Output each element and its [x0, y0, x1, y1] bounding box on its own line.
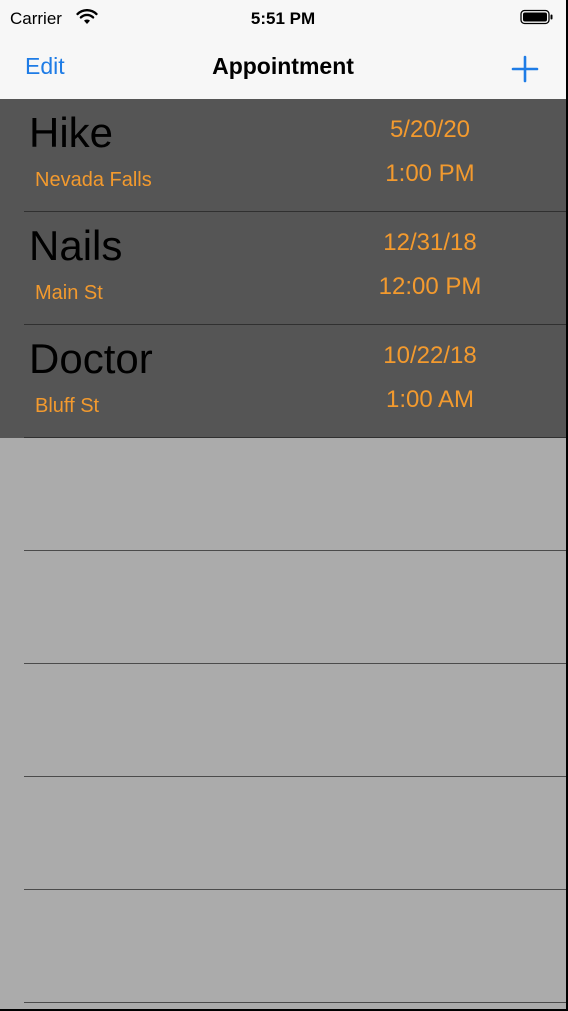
appointment-time: 1:00 PM — [385, 160, 475, 187]
battery-icon — [520, 9, 554, 30]
appointment-title: Hike — [29, 109, 114, 156]
appointment-time: 12:00 PM — [378, 273, 482, 300]
empty-row — [0, 890, 566, 1003]
empty-row — [0, 438, 566, 551]
empty-row — [0, 551, 566, 664]
empty-row — [0, 777, 566, 890]
appointment-title: Nails — [29, 222, 123, 269]
table-row[interactable]: Doctor Bluff St 10/22/18 1:00 AM — [0, 325, 566, 438]
appointment-date: 10/22/18 — [383, 342, 477, 369]
appointment-location: Nevada Falls — [35, 169, 152, 191]
appointment-location: Main St — [35, 282, 103, 304]
app-screen: Carrier 5:51 PM Edit Appointment Hike Ne… — [0, 0, 566, 1009]
appointment-date: 12/31/18 — [383, 229, 477, 256]
table-row[interactable]: Nails Main St 12/31/18 12:00 PM — [0, 212, 566, 325]
appointment-time: 1:00 AM — [385, 386, 475, 413]
table-row[interactable]: Hike Nevada Falls 5/20/20 1:00 PM — [0, 99, 566, 212]
appointment-date: 5/20/20 — [389, 116, 471, 143]
page-title: Appointment — [212, 53, 354, 79]
empty-row — [0, 664, 566, 777]
status-bar: Carrier 5:51 PM — [0, 0, 566, 38]
appointment-location: Bluff St — [35, 395, 100, 417]
status-time: 5:51 PM — [250, 9, 316, 28]
appointment-title: Doctor — [29, 335, 153, 382]
row-divider — [24, 1002, 566, 1003]
appointment-table[interactable]: Hike Nevada Falls 5/20/20 1:00 PM Nails … — [0, 99, 566, 1009]
navigation-bar: Edit Appointment — [0, 38, 566, 99]
plus-icon[interactable] — [508, 52, 542, 86]
